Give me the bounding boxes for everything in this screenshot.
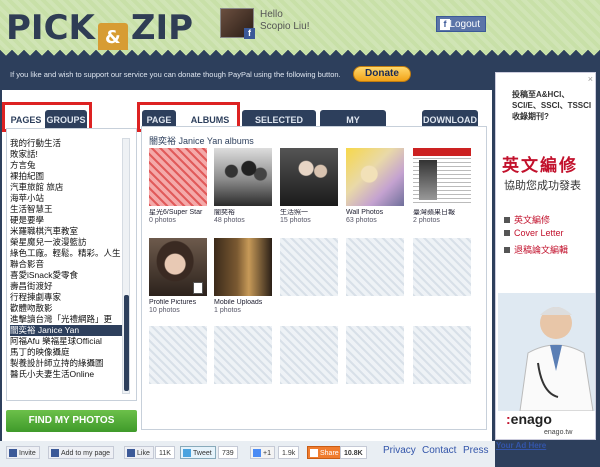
page-list-item[interactable]: 喜愛iSnack愛零食 [10,270,122,281]
album-caption: Profile Pictures 10 photos [149,299,197,314]
facebook-icon: f [244,28,255,39]
album-thumbnail[interactable] [214,238,272,296]
plus-one-count: 1.9k [278,446,300,459]
album-caption: Wall Photos 63 photos [346,209,384,224]
cursor-icon [193,282,203,294]
donate-text: If you like and wish to support our serv… [10,70,341,79]
album-thumbnail[interactable] [346,148,404,206]
empty-album-slot [346,326,404,384]
empty-album-slot [214,326,272,384]
add-to-page-button[interactable]: Add to my page [48,446,115,459]
ad-service-item: 英文編修 [504,213,568,228]
invite-button[interactable]: Invite [6,446,40,459]
page-list-item[interactable]: 馬丁的映像攝庭 [10,347,122,358]
page-list-item[interactable]: 製養設計師立持的綠攝圖 [10,358,122,369]
page-list-item[interactable]: 歡體吻散影 [10,303,122,314]
album-caption: Mobile Uploads 1 photos [214,299,263,314]
albums-title: 闇奕裕 Janice Yan albums [149,136,254,146]
user-greeting: Hello Scopio Liu! [260,9,309,33]
tweet-button[interactable]: Tweet [180,446,216,459]
close-icon[interactable]: × [588,74,593,84]
avatar[interactable]: f [220,8,255,39]
album-caption: 闇奕裕 48 photos [214,209,245,224]
logo-box-icon: & [97,23,128,53]
news-header-icon [413,148,471,156]
find-my-photos-button[interactable]: FIND MY PHOTOS [6,410,137,432]
tweet-count: 739 [218,446,238,459]
page-list-item[interactable]: 我的行動生活 [10,138,122,149]
news-photo-icon [419,160,437,200]
facebook-icon: f [440,19,450,30]
empty-album-slot [280,238,338,296]
empty-album-slot [149,326,207,384]
page-list-item[interactable]: 榮星魔兒一波漫籃訪 [10,237,122,248]
ad-services: 英文編修 Cover Letter 退稿論文編輯 [504,213,568,258]
google-plus-icon [253,449,261,457]
album-thumbnail[interactable] [413,148,471,206]
page-list-item[interactable]: 硬是要學 [10,215,122,226]
page-list: 我的行動生活 敗家話! 方言兔 裸拍紀圖 汽車旅館 旅店 海苹小站 生活智慧王 硬是要學 米羅職… [10,138,122,380]
share-count: 10.8K [340,446,367,459]
bullet-icon [504,247,510,253]
page-list-item[interactable]: 壽昌街渡好 [10,281,122,292]
page-list-item[interactable]: 綠色工廠。輕鬆。精彩。人生 [10,248,122,259]
page-list-item[interactable]: 生活智慧王 [10,204,122,215]
album-caption: 生活照一 15 photos [280,209,311,224]
your-ad-here-link[interactable]: Your Ad Here [496,441,546,450]
press-link[interactable]: Press [463,445,489,456]
page-list-item[interactable]: 闇奕裕 Janice Yan [10,325,122,336]
page-list-item[interactable]: 進擊讀台灣「光禮網路」更 [10,314,122,325]
ad-subtitle: 協助您成功發表 [504,180,581,192]
donate-button[interactable]: Donate [353,66,411,82]
like-button[interactable]: Like [124,446,154,459]
album-caption: 臺灣蘋果日報 2 photos [413,209,455,224]
page-list-item[interactable]: 醫氏小夫妻生活Online [10,369,122,380]
empty-album-slot [413,238,471,296]
advertisement[interactable]: × 投稿至A&HCI、SCI/E、SSCI、TSSCI收錄期刊? 英文編修 協助… [495,72,596,440]
page-list-item[interactable]: 海苹小站 [10,193,122,204]
page-list-item[interactable]: 阿福Afu 樂福星球Official [10,336,122,347]
page-list-item[interactable]: 敗家話! [10,149,122,160]
empty-album-slot [413,326,471,384]
album-caption: 星光6/Super Star 0 photos [149,209,203,224]
ad-service-item: Cover Letter [504,228,568,243]
scrollbar-thumb[interactable] [124,295,129,391]
page-list-item[interactable]: 方言兔 [10,160,122,171]
bullet-icon [504,230,510,236]
album-thumbnail[interactable] [280,148,338,206]
ad-url: enago.tw [544,429,573,436]
page-list-item[interactable]: 裸拍紀圖 [10,171,122,182]
facebook-icon [51,449,59,457]
album-thumbnail[interactable] [149,148,207,206]
page-list-item[interactable]: 米羅職棋汽車教室 [10,226,122,237]
ad-service-item: 退稿論文編輯 [504,243,568,258]
logo[interactable]: PICK & ZIP [6,8,193,53]
ad-headline: 投稿至A&HCI、SCI/E、SSCI、TSSCI收錄期刊? [512,90,592,121]
page-list-item[interactable]: 聯合影音 [10,259,122,270]
album-thumbnail[interactable] [214,148,272,206]
logout-button[interactable]: f Logout [436,16,486,32]
thumbs-up-icon [127,449,135,457]
privacy-link[interactable]: Privacy [383,445,416,456]
plus-one-button[interactable]: +1 [250,446,275,459]
share-button[interactable]: Share [307,446,343,459]
empty-album-slot [280,326,338,384]
share-icon [310,449,318,457]
facebook-icon [9,449,17,457]
hello-text: Hello [260,9,283,20]
page-list-item[interactable]: 汽車旅館 旅店 [10,182,122,193]
ad-brand-logo: :enago [506,411,552,427]
doctor-image [498,293,595,411]
bullet-icon [504,217,510,223]
album-thumbnail[interactable] [149,238,207,296]
contact-link[interactable]: Contact [422,445,456,456]
page-list-scrollbar[interactable] [122,138,130,394]
user-name: Scopio Liu! [260,21,310,32]
page-list-item[interactable]: 行程揀劇專家 [10,292,122,303]
like-count: 11K [155,446,175,459]
empty-album-slot [346,238,404,296]
ad-title: 英文編修 [502,156,578,175]
twitter-bird-icon [183,449,191,457]
